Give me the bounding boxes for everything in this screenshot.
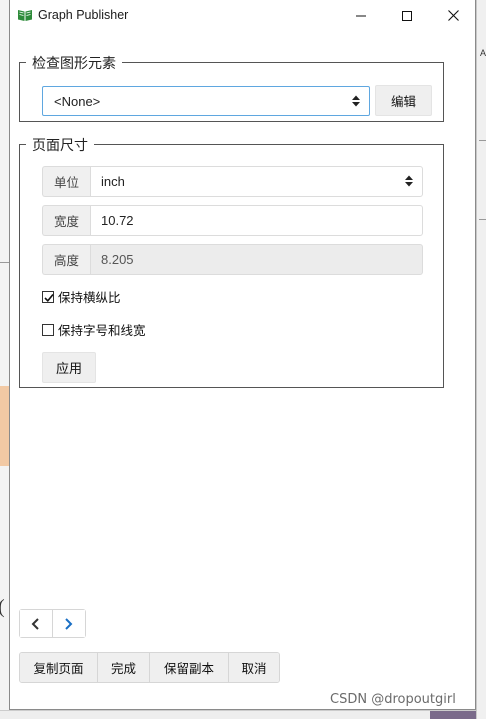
background-divider	[0, 262, 9, 263]
minimize-button[interactable]	[338, 0, 384, 31]
keep-font-line-checkbox[interactable]	[42, 323, 54, 336]
maximize-button[interactable]	[384, 0, 430, 31]
unit-row: 单位 inch	[42, 166, 423, 197]
width-row: 宽度 10.72	[42, 205, 423, 236]
page-size-group: 页面尺寸 单位 inch 宽度 10.72 高度 8.205 保持横纵比 保持字…	[19, 135, 444, 388]
background-glyph: (	[0, 596, 5, 619]
background-app-right: A	[476, 0, 486, 719]
close-icon	[447, 10, 459, 21]
select-caret-icon	[405, 175, 413, 187]
done-button[interactable]: 完成	[98, 653, 150, 682]
unit-select-value: inch	[101, 174, 125, 189]
inspect-element-legend: 检查图形元素	[26, 53, 122, 73]
maximize-icon	[402, 10, 412, 21]
height-row: 高度 8.205	[42, 244, 423, 275]
keep-aspect-option[interactable]: 保持横纵比	[42, 287, 121, 306]
height-input: 8.205	[90, 244, 423, 275]
width-label: 宽度	[42, 205, 90, 236]
background-tabs	[479, 140, 486, 220]
element-select-value: <None>	[54, 93, 101, 109]
keep-font-line-option[interactable]: 保持字号和线宽	[42, 320, 146, 339]
action-bar: 复制页面 完成 保留副本 取消	[19, 652, 280, 683]
next-button[interactable]	[52, 610, 85, 637]
background-app-bottom	[0, 710, 476, 719]
title-bar[interactable]: Graph Publisher	[10, 0, 475, 31]
watermark: CSDN @dropoutgirl	[330, 692, 456, 707]
select-caret-icon	[352, 95, 360, 107]
element-select[interactable]: <None>	[42, 86, 370, 116]
chevron-left-icon	[31, 617, 39, 630]
chevron-right-icon	[65, 617, 73, 630]
copy-page-button[interactable]: 复制页面	[20, 653, 98, 682]
keep-aspect-checkbox[interactable]	[42, 290, 54, 303]
background-app-left: (	[0, 0, 9, 719]
edit-button[interactable]: 编辑	[375, 85, 432, 116]
keep-copy-button[interactable]: 保留副本	[150, 653, 229, 682]
background-strip	[430, 711, 476, 719]
checkmark-icon	[44, 293, 54, 302]
previous-button[interactable]	[20, 610, 53, 637]
background-text: A	[480, 48, 486, 58]
window-title: Graph Publisher	[38, 8, 129, 22]
close-button[interactable]	[430, 0, 476, 31]
width-input[interactable]: 10.72	[90, 205, 423, 236]
page-size-legend: 页面尺寸	[26, 135, 94, 155]
inspect-element-group: 检查图形元素 <None> 编辑	[19, 53, 444, 122]
keep-aspect-label: 保持横纵比	[58, 290, 121, 305]
cancel-button[interactable]: 取消	[229, 653, 279, 682]
height-label: 高度	[42, 244, 90, 275]
graph-publisher-window: Graph Publisher 检查图形元素 <None> 编辑 页面尺寸 单位…	[9, 0, 476, 710]
unit-label: 单位	[42, 166, 90, 197]
unit-select[interactable]: inch	[90, 166, 423, 197]
keep-font-line-label: 保持字号和线宽	[58, 323, 146, 338]
apply-button[interactable]: 应用	[42, 352, 96, 383]
page-navigation	[19, 609, 86, 638]
background-highlight	[0, 386, 9, 466]
book-icon	[17, 8, 33, 22]
minimize-icon	[356, 15, 366, 16]
